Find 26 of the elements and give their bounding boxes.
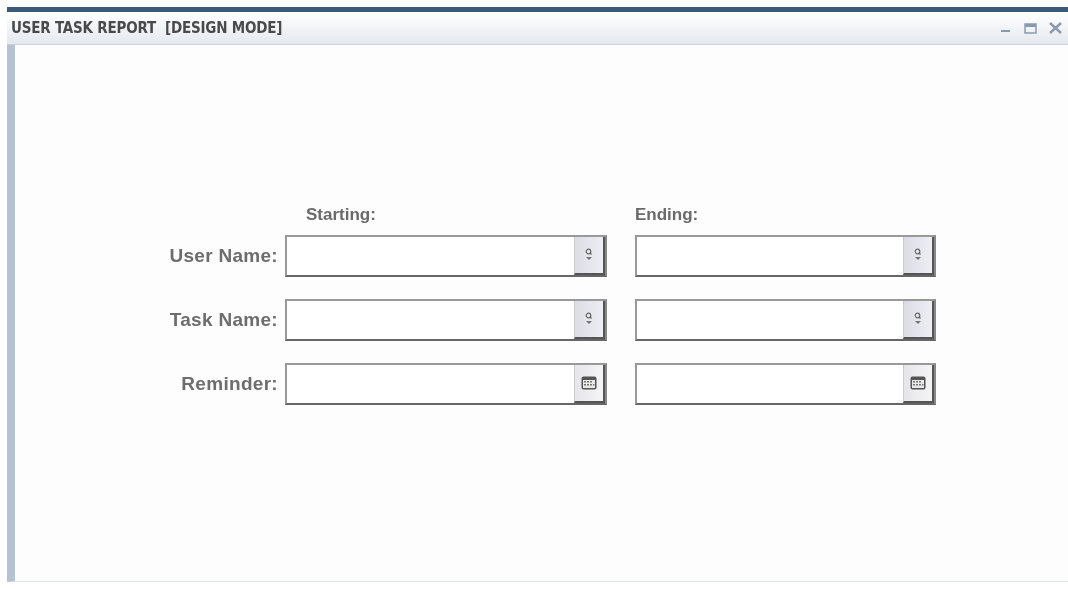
input-field[interactable] [285, 235, 607, 277]
search-icon [584, 312, 594, 326]
input-field[interactable] [635, 235, 936, 277]
field-label: Task Name: [168, 309, 278, 331]
calendar-button[interactable] [574, 365, 605, 403]
column-heading: Starting: [305, 205, 377, 225]
field-label: User Name: [168, 245, 278, 267]
close-icon[interactable] [1049, 22, 1062, 34]
search-button[interactable] [574, 301, 605, 339]
maximize-icon[interactable] [1024, 22, 1037, 34]
window-title: USER TASK REPORT [DESIGN MODE] [11, 19, 283, 37]
search-button[interactable] [574, 237, 605, 275]
calendar-icon [581, 376, 597, 390]
calendar-icon [910, 376, 926, 390]
search-icon [913, 312, 923, 326]
search-button[interactable] [903, 237, 934, 275]
input-field[interactable] [285, 299, 607, 341]
input-field[interactable] [635, 299, 936, 341]
input-field[interactable] [285, 363, 607, 405]
search-button[interactable] [903, 301, 934, 339]
search-icon [584, 248, 594, 262]
input-field[interactable] [635, 363, 936, 405]
calendar-button[interactable] [903, 365, 934, 403]
field-label: Reminder: [180, 373, 278, 395]
search-icon [913, 248, 923, 262]
column-heading: Ending: [634, 205, 700, 225]
